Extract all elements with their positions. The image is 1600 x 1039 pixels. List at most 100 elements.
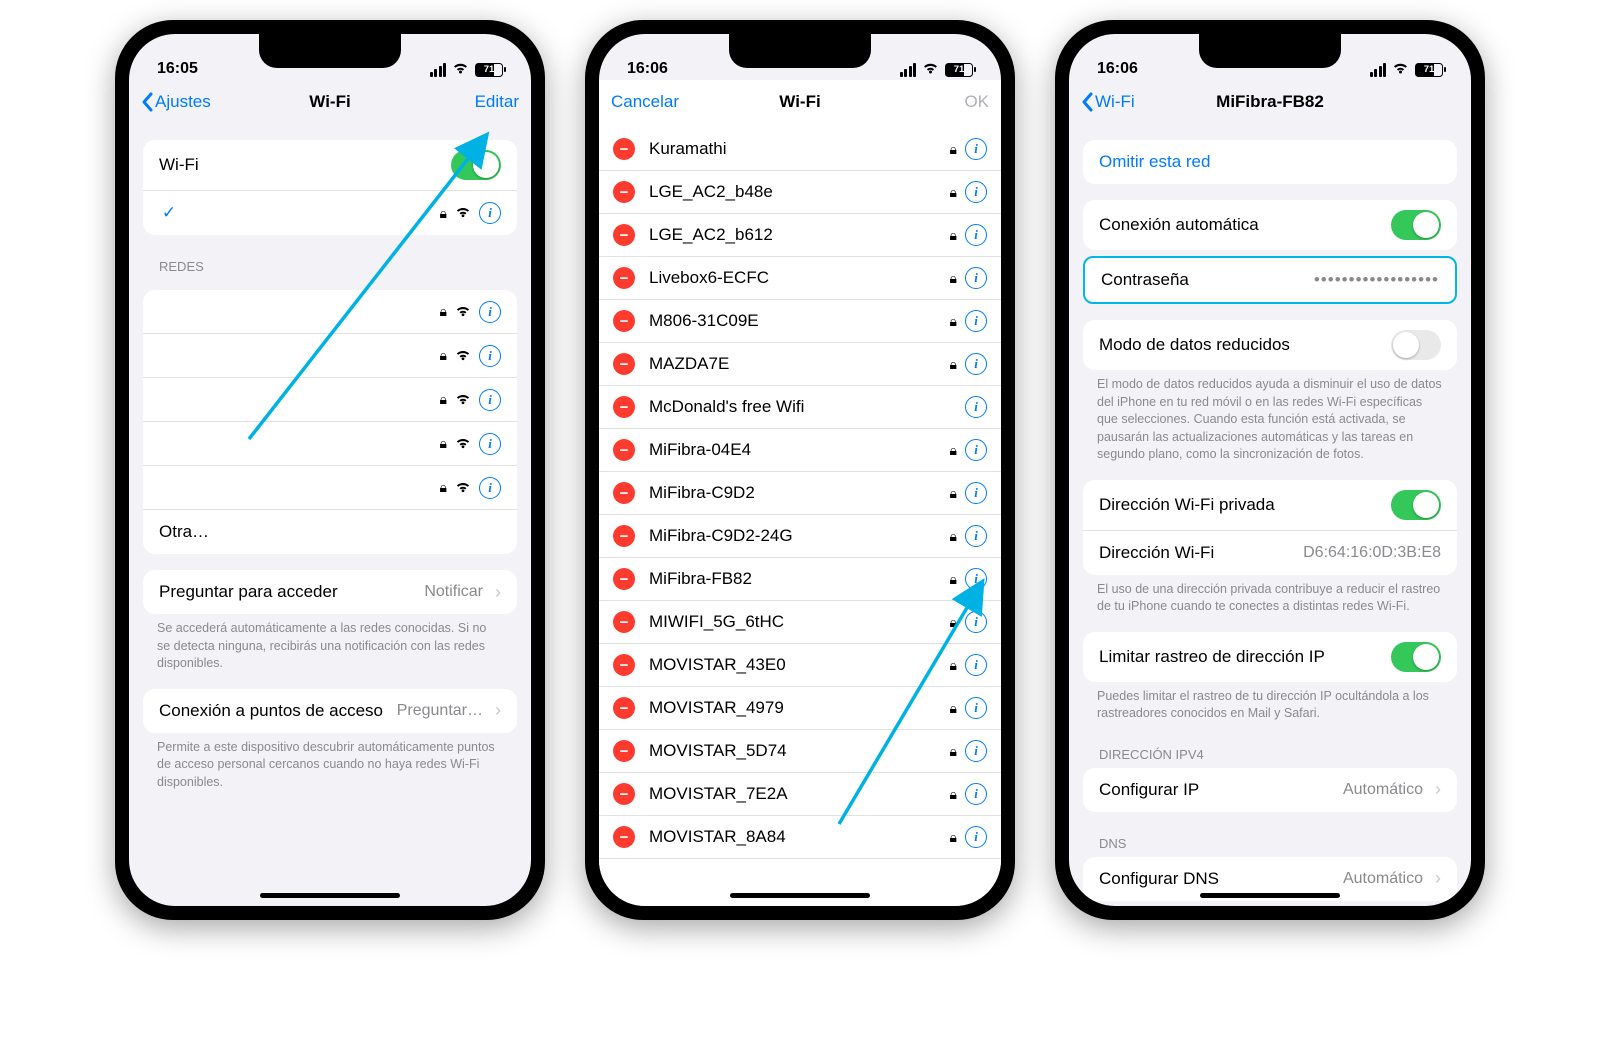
info-icon[interactable]: i xyxy=(965,697,987,719)
info-icon[interactable]: i xyxy=(479,433,501,455)
info-icon[interactable]: i xyxy=(479,202,501,224)
delete-icon[interactable]: − xyxy=(613,138,635,160)
info-icon[interactable]: i xyxy=(965,181,987,203)
info-icon[interactable]: i xyxy=(965,439,987,461)
known-network-row[interactable]: −MOVISTAR_43E0🔒︎i xyxy=(599,644,1001,687)
delete-icon[interactable]: − xyxy=(613,267,635,289)
auto-join-toggle[interactable] xyxy=(1391,210,1441,240)
info-icon[interactable]: i xyxy=(965,396,987,418)
delete-icon[interactable]: − xyxy=(613,439,635,461)
delete-icon[interactable]: − xyxy=(613,697,635,719)
info-icon[interactable]: i xyxy=(965,353,987,375)
hotspot-row[interactable]: Conexión a puntos de acceso Preguntar… › xyxy=(143,689,517,733)
nav-title: Wi-Fi xyxy=(309,92,350,112)
ok-button[interactable]: OK xyxy=(964,92,989,112)
home-indicator[interactable] xyxy=(1200,893,1340,898)
ask-to-join-row[interactable]: Preguntar para acceder Notificar › xyxy=(143,570,517,614)
password-value: •••••••••••••••••• xyxy=(1314,270,1439,290)
delete-icon[interactable]: − xyxy=(613,224,635,246)
info-icon[interactable]: i xyxy=(965,138,987,160)
network-name: MOVISTAR_7E2A xyxy=(649,784,936,804)
known-network-row[interactable]: −MiFibra-C9D2🔒︎i xyxy=(599,472,1001,515)
low-data-toggle[interactable] xyxy=(1391,330,1441,360)
password-label: Contraseña xyxy=(1101,270,1189,290)
network-row[interactable]: 🔒︎i xyxy=(143,422,517,466)
delete-icon[interactable]: − xyxy=(613,826,635,848)
wifi-toggle[interactable] xyxy=(451,150,501,180)
back-button[interactable]: Ajustes xyxy=(141,92,211,112)
info-icon[interactable]: i xyxy=(965,611,987,633)
cancel-button[interactable]: Cancelar xyxy=(611,92,679,112)
info-icon[interactable]: i xyxy=(965,267,987,289)
delete-icon[interactable]: − xyxy=(613,740,635,762)
known-network-row[interactable]: −MOVISTAR_5D74🔒︎i xyxy=(599,730,1001,773)
info-icon[interactable]: i xyxy=(479,477,501,499)
delete-icon[interactable]: − xyxy=(613,310,635,332)
delete-icon[interactable]: − xyxy=(613,611,635,633)
back-button[interactable]: Wi-Fi xyxy=(1081,92,1135,112)
delete-icon[interactable]: − xyxy=(613,353,635,375)
network-row[interactable]: 🔒︎i xyxy=(143,290,517,334)
network-row[interactable]: 🔒︎i xyxy=(143,378,517,422)
known-network-row[interactable]: −MiFibra-04E4🔒︎i xyxy=(599,429,1001,472)
info-icon[interactable]: i xyxy=(965,224,987,246)
info-icon[interactable]: i xyxy=(965,783,987,805)
known-network-row[interactable]: −MOVISTAR_4979🔒︎i xyxy=(599,687,1001,730)
home-indicator[interactable] xyxy=(730,893,870,898)
known-network-row[interactable]: −Kuramathi🔒︎i xyxy=(599,128,1001,171)
auto-join-row[interactable]: Conexión automática xyxy=(1083,200,1457,250)
edit-button[interactable]: Editar xyxy=(475,92,519,112)
ip-track-footer: Puedes limitar el rastreo de tu direcció… xyxy=(1097,688,1443,723)
network-name: MOVISTAR_4979 xyxy=(649,698,936,718)
network-row[interactable]: 🔒︎i xyxy=(143,334,517,378)
known-network-row[interactable]: −Livebox6-ECFC🔒︎i xyxy=(599,257,1001,300)
info-icon[interactable]: i xyxy=(479,301,501,323)
known-network-row[interactable]: −McDonald's free Wifii xyxy=(599,386,1001,429)
private-address-row[interactable]: Dirección Wi-Fi privada xyxy=(1083,480,1457,531)
known-network-row[interactable]: −LGE_AC2_b612🔒︎i xyxy=(599,214,1001,257)
delete-icon[interactable]: − xyxy=(613,181,635,203)
home-indicator[interactable] xyxy=(260,893,400,898)
checkmark-icon: ✓ xyxy=(159,203,179,223)
known-network-row[interactable]: −M806-31C09E🔒︎i xyxy=(599,300,1001,343)
info-icon[interactable]: i xyxy=(965,740,987,762)
known-network-row[interactable]: −MAZDA7E🔒︎i xyxy=(599,343,1001,386)
limit-ip-tracking-row[interactable]: Limitar rastreo de dirección IP xyxy=(1083,632,1457,682)
private-address-toggle[interactable] xyxy=(1391,490,1441,520)
info-icon[interactable]: i xyxy=(965,654,987,676)
info-icon[interactable]: i xyxy=(965,525,987,547)
configure-ip-row[interactable]: Configurar IP Automático › xyxy=(1083,768,1457,812)
delete-icon[interactable]: − xyxy=(613,568,635,590)
known-network-row[interactable]: −MOVISTAR_8A84🔒︎i xyxy=(599,816,1001,859)
known-network-row[interactable]: −MiFibra-C9D2-24G🔒︎i xyxy=(599,515,1001,558)
info-icon[interactable]: i xyxy=(479,389,501,411)
delete-icon[interactable]: − xyxy=(613,525,635,547)
info-icon[interactable]: i xyxy=(479,345,501,367)
info-icon[interactable]: i xyxy=(965,482,987,504)
wifi-signal-icon xyxy=(455,434,471,454)
chevron-right-icon: › xyxy=(1435,868,1441,889)
delete-icon[interactable]: − xyxy=(613,482,635,504)
known-network-row[interactable]: −MOVISTAR_7E2A🔒︎i xyxy=(599,773,1001,816)
known-network-row[interactable]: −MiFibra-FB82🔒︎i xyxy=(599,558,1001,601)
wifi-toggle-row[interactable]: Wi-Fi xyxy=(143,140,517,191)
delete-icon[interactable]: − xyxy=(613,396,635,418)
delete-icon[interactable]: − xyxy=(613,783,635,805)
ask-footer: Se accederá automáticamente a las redes … xyxy=(157,620,503,673)
info-icon[interactable]: i xyxy=(965,310,987,332)
delete-icon[interactable]: − xyxy=(613,654,635,676)
info-icon[interactable]: i xyxy=(965,826,987,848)
network-name: LGE_AC2_b612 xyxy=(649,225,936,245)
known-network-row[interactable]: −LGE_AC2_b48e🔒︎i xyxy=(599,171,1001,214)
nav-bar: Ajustes Wi-Fi Editar xyxy=(129,80,531,124)
connected-network-row[interactable]: ✓ 🔒︎ i xyxy=(143,191,517,235)
forget-network-button[interactable]: Omitir esta red xyxy=(1083,140,1457,184)
battery-icon: 71 xyxy=(1415,63,1443,77)
low-data-row[interactable]: Modo de datos reducidos xyxy=(1083,320,1457,370)
limit-ip-toggle[interactable] xyxy=(1391,642,1441,672)
password-row[interactable]: Contraseña •••••••••••••••••• xyxy=(1085,258,1455,302)
network-row[interactable]: 🔒︎i xyxy=(143,466,517,510)
other-network-row[interactable]: Otra… xyxy=(143,510,517,554)
info-icon[interactable]: i xyxy=(965,568,987,590)
known-network-row[interactable]: −MIWIFI_5G_6tHC🔒︎i xyxy=(599,601,1001,644)
